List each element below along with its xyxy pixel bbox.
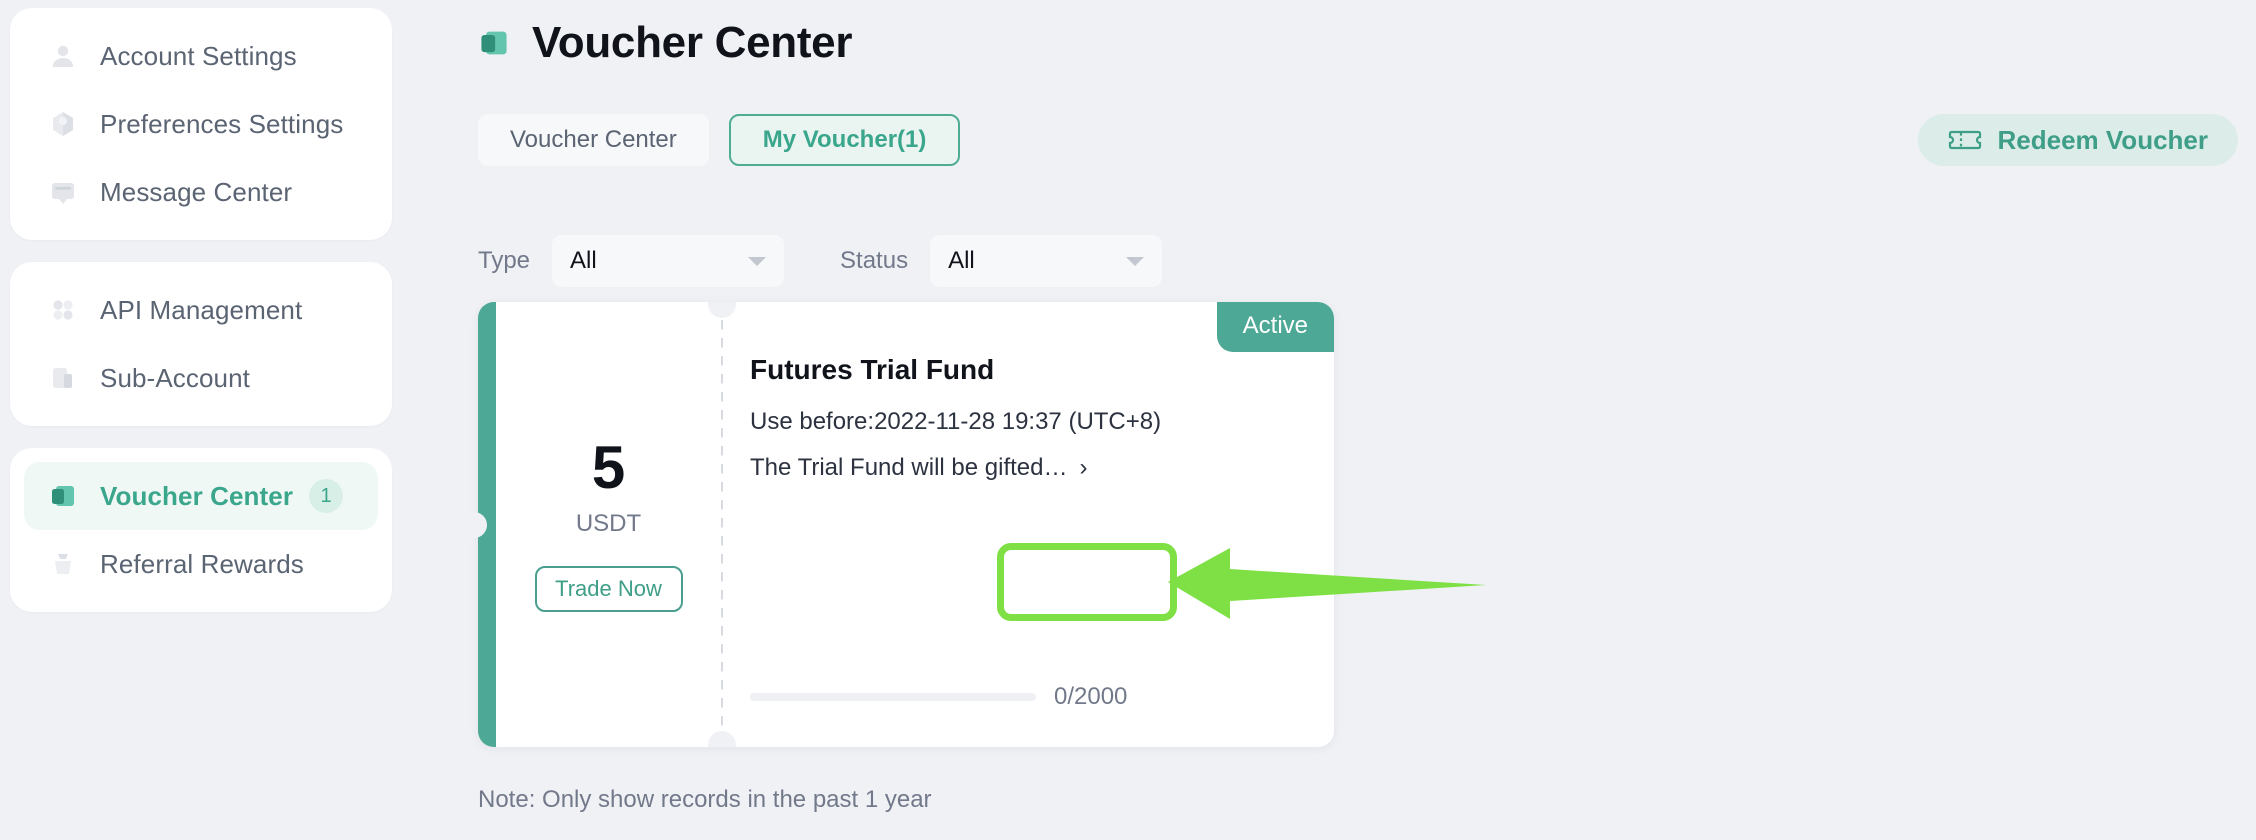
sidebar-item-label: Message Center: [100, 176, 293, 207]
sidebar-item-referral-rewards[interactable]: Referral Rewards: [24, 530, 378, 598]
ticket-icon: [1948, 128, 1982, 152]
sidebar-item-label: Referral Rewards: [100, 548, 304, 579]
referral-icon: [48, 549, 78, 579]
filter-type-value: All: [570, 247, 597, 274]
voucher-notch-bottom: [708, 731, 736, 747]
trade-now-button[interactable]: Trade Now: [534, 565, 683, 612]
voucher-amount-section: 5 USDT Trade Now: [496, 302, 721, 747]
sidebar-group-3: Voucher Center 1 Referral Rewards: [10, 448, 392, 612]
voucher-card[interactable]: Active 5 USDT Trade Now Futures Trial Fu…: [478, 302, 1334, 747]
sidebar-item-api-management[interactable]: API Management: [24, 276, 378, 344]
user-icon: [48, 41, 78, 71]
filter-type-label: Type: [478, 247, 531, 274]
voucher-stripe-notch: [461, 511, 487, 538]
filter-status-label: Status: [840, 247, 909, 274]
sidebar-group-1: Account Settings Preferences Settings Me…: [10, 8, 392, 240]
filter-status-select[interactable]: All: [930, 235, 1163, 287]
message-icon: [48, 177, 78, 207]
sidebar-item-label: Voucher Center: [100, 480, 294, 511]
voucher-card-divider: [721, 302, 723, 747]
sidebar-item-account-settings[interactable]: Account Settings: [24, 22, 378, 90]
tab-my-voucher[interactable]: My Voucher(1): [728, 114, 961, 166]
sidebar-group-2: API Management Sub-Account: [10, 262, 392, 426]
sidebar-item-label: API Management: [100, 294, 303, 325]
progress-label: 0/2000: [1054, 683, 1128, 710]
page-title: Voucher Center: [532, 18, 853, 67]
voucher-title: Futures Trial Fund: [750, 354, 995, 385]
api-icon: [48, 295, 78, 325]
page-header: Voucher Center: [478, 18, 2256, 68]
sidebar-item-label: Account Settings: [100, 40, 297, 71]
voucher-description-link[interactable]: The Trial Fund will be gifted… ›: [750, 454, 1294, 482]
filter-bar: Type All Status All: [478, 235, 1218, 287]
voucher-icon: [478, 27, 510, 59]
sub-account-icon: [48, 363, 78, 393]
sidebar-item-voucher-center[interactable]: Voucher Center 1: [24, 462, 378, 530]
voucher-detail-section: Futures Trial Fund Use before:2022-11-28…: [750, 354, 1294, 747]
voucher-currency: USDT: [575, 509, 642, 537]
sidebar-item-sub-account[interactable]: Sub-Account: [24, 344, 378, 412]
sidebar-item-preferences-settings[interactable]: Preferences Settings: [24, 90, 378, 158]
preferences-icon: [48, 109, 78, 139]
redeem-voucher-label: Redeem Voucher: [1997, 124, 2208, 155]
voucher-icon: [48, 481, 78, 511]
voucher-expiry: Use before:2022-11-28 19:37 (UTC+8): [750, 408, 1162, 435]
status-badge: Active: [1216, 302, 1334, 352]
sidebar-item-label: Sub-Account: [100, 362, 250, 393]
sidebar-item-message-center[interactable]: Message Center: [24, 158, 378, 226]
chevron-right-icon: ›: [1079, 454, 1088, 481]
voucher-card-wrapper: Active 5 USDT Trade Now Futures Trial Fu…: [461, 302, 1334, 747]
progress-bar-track: [750, 693, 1036, 701]
sidebar-item-label: Preferences Settings: [100, 108, 344, 139]
tab-voucher-center[interactable]: Voucher Center: [478, 114, 709, 166]
voucher-center-page: Account Settings Preferences Settings Me…: [0, 0, 2256, 840]
voucher-description-text: The Trial Fund will be gifted…: [750, 454, 1068, 481]
main-content: Voucher Center Voucher Center My Voucher…: [461, 0, 2256, 840]
sidebar-item-badge: 1: [309, 479, 344, 513]
chevron-down-icon: [748, 256, 767, 266]
filter-status-value: All: [948, 247, 975, 274]
redeem-voucher-button[interactable]: Redeem Voucher: [1917, 114, 2238, 166]
chevron-down-icon: [1126, 256, 1145, 266]
tab-bar: Voucher Center My Voucher(1) Redeem Vouc…: [478, 114, 2238, 166]
voucher-progress: 0/2000: [750, 683, 1294, 711]
footer-note: Note: Only show records in the past 1 ye…: [478, 786, 932, 813]
sidebar: Account Settings Preferences Settings Me…: [10, 8, 392, 634]
voucher-amount: 5: [591, 433, 626, 501]
filter-type-select[interactable]: All: [552, 235, 785, 287]
